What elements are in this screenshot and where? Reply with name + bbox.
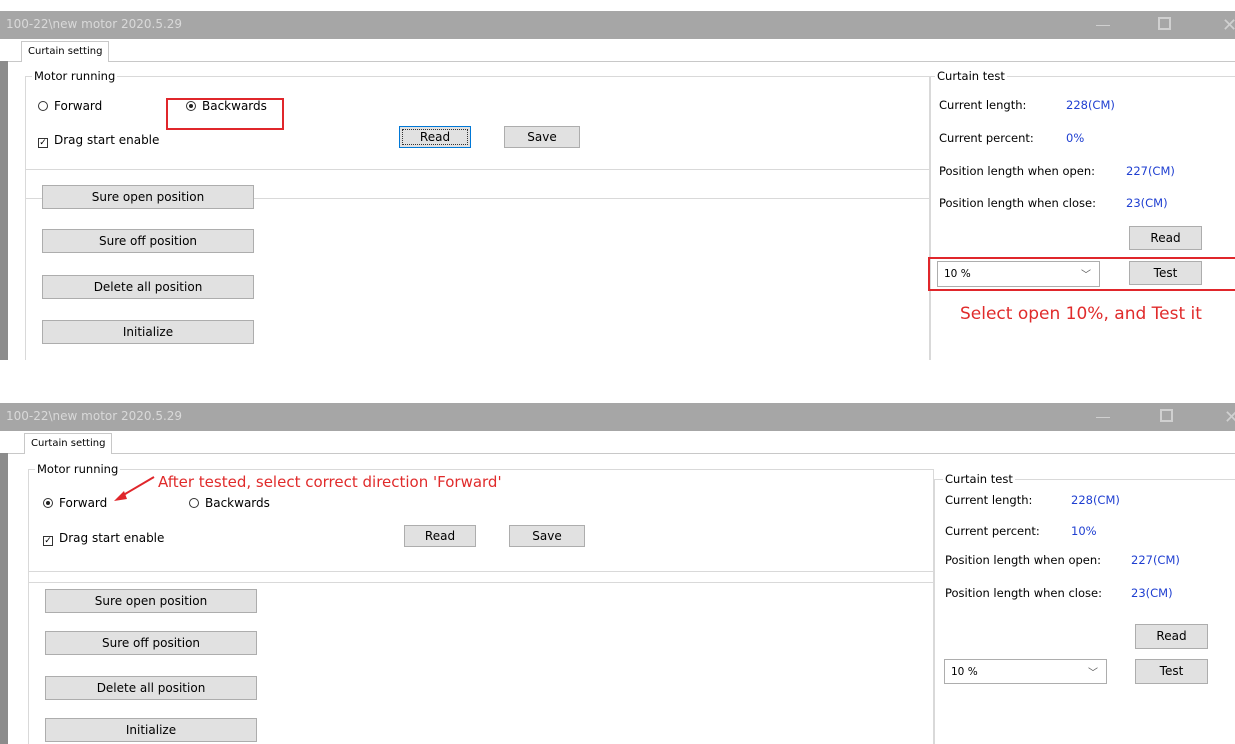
current-percent-value: 10% bbox=[1071, 524, 1097, 538]
app-body: Curtain setting Motor running Forward Ba… bbox=[0, 39, 1235, 360]
window-title: 100-22\new motor 2020.5.29 bbox=[6, 17, 183, 31]
highlight-test-row bbox=[928, 257, 1235, 291]
current-length-value: 228(CM) bbox=[1071, 493, 1120, 507]
motor-running-label: Motor running bbox=[32, 69, 118, 83]
left-edge bbox=[0, 61, 8, 360]
maximize-icon[interactable] bbox=[1160, 409, 1173, 422]
window-title: 100-22\new motor 2020.5.29 bbox=[6, 409, 183, 423]
test-read-button[interactable]: Read bbox=[1135, 624, 1208, 649]
close-length-value: 23(CM) bbox=[1126, 196, 1168, 210]
tab-curtain-setting[interactable]: Curtain setting bbox=[21, 41, 110, 62]
current-percent-label: Current percent: bbox=[945, 524, 1040, 538]
percent-select-value: 10 % bbox=[951, 666, 978, 678]
test-read-button[interactable]: Read bbox=[1129, 226, 1202, 250]
close-length-label: Position length when close: bbox=[945, 586, 1102, 600]
open-length-label: Position length when open: bbox=[939, 164, 1096, 178]
save-button[interactable]: Save bbox=[509, 525, 585, 547]
screenshot-1: 100-22\new motor 2020.5.29 ✕ Curtain set… bbox=[0, 11, 1235, 360]
sure-open-position-button[interactable]: Sure open position bbox=[42, 185, 254, 209]
save-button[interactable]: Save bbox=[504, 126, 580, 148]
motor-running-label: Motor running bbox=[35, 462, 121, 476]
percent-select[interactable]: 10 % ﹀ bbox=[944, 659, 1107, 684]
current-length-value: 228(CM) bbox=[1066, 98, 1115, 112]
open-length-value: 227(CM) bbox=[1131, 553, 1180, 567]
highlight-backwards bbox=[166, 98, 284, 130]
test-button[interactable]: Test bbox=[1135, 659, 1208, 684]
title-bar: 100-22\new motor 2020.5.29 ✕ bbox=[0, 403, 1235, 431]
position-group: Sure open position Sure off position Del… bbox=[28, 571, 934, 744]
initialize-button[interactable]: Initialize bbox=[45, 718, 257, 742]
tab-strip: Curtain setting bbox=[0, 431, 1235, 454]
annotation-text: After tested, select correct direction '… bbox=[158, 473, 502, 491]
tab-strip: Curtain setting bbox=[0, 39, 1235, 62]
curtain-test-label: Curtain test bbox=[943, 472, 1015, 486]
curtain-test-label: Curtain test bbox=[935, 69, 1007, 83]
minimize-icon[interactable] bbox=[1096, 417, 1110, 418]
maximize-icon[interactable] bbox=[1158, 17, 1171, 30]
sure-open-position-button[interactable]: Sure open position bbox=[45, 589, 257, 613]
radio-forward-icon bbox=[38, 101, 48, 111]
close-icon[interactable]: ✕ bbox=[1222, 15, 1235, 36]
close-length-label: Position length when close: bbox=[939, 196, 1096, 210]
checkbox-icon: ✓ bbox=[38, 138, 48, 148]
sure-off-position-button[interactable]: Sure off position bbox=[42, 229, 254, 253]
tab-curtain-setting[interactable]: Curtain setting bbox=[24, 433, 113, 454]
curtain-test-group: Curtain test bbox=[934, 472, 1235, 744]
read-button[interactable]: Read bbox=[399, 126, 471, 148]
radio-forward-icon bbox=[43, 498, 53, 508]
sure-off-position-button[interactable]: Sure off position bbox=[45, 631, 257, 655]
open-length-value: 227(CM) bbox=[1126, 164, 1175, 178]
chevron-down-icon: ﹀ bbox=[1088, 668, 1098, 679]
current-length-label: Current length: bbox=[939, 98, 1027, 112]
current-percent-label: Current percent: bbox=[939, 131, 1034, 145]
position-group: Sure open position Sure off position Del… bbox=[25, 169, 930, 360]
radio-forward[interactable]: Forward bbox=[43, 496, 107, 510]
annotation-arrow bbox=[114, 476, 155, 501]
drag-start-checkbox[interactable]: ✓ Drag start enable bbox=[43, 531, 164, 546]
title-bar: 100-22\new motor 2020.5.29 ✕ bbox=[0, 11, 1235, 39]
current-percent-value: 0% bbox=[1066, 131, 1085, 145]
close-length-value: 23(CM) bbox=[1131, 586, 1173, 600]
close-icon[interactable]: ✕ bbox=[1224, 407, 1235, 428]
screenshot-2: 100-22\new motor 2020.5.29 ✕ Curtain set… bbox=[0, 403, 1235, 744]
open-length-label: Position length when open: bbox=[945, 553, 1102, 567]
radio-backwards-icon bbox=[189, 498, 199, 508]
initialize-button[interactable]: Initialize bbox=[42, 320, 254, 344]
radio-backwards[interactable]: Backwards bbox=[189, 496, 270, 510]
checkbox-icon: ✓ bbox=[43, 536, 53, 546]
annotation-text: Select open 10%, and Test it bbox=[960, 304, 1202, 324]
delete-all-position-button[interactable]: Delete all position bbox=[45, 676, 257, 700]
app-body: Curtain setting Motor running Forward Ba… bbox=[0, 431, 1235, 744]
radio-forward[interactable]: Forward bbox=[38, 99, 102, 113]
minimize-icon[interactable] bbox=[1096, 25, 1110, 26]
delete-all-position-button[interactable]: Delete all position bbox=[42, 275, 254, 299]
read-button[interactable]: Read bbox=[404, 525, 476, 547]
left-edge bbox=[0, 453, 8, 744]
drag-start-checkbox[interactable]: ✓ Drag start enable bbox=[38, 133, 159, 148]
current-length-label: Current length: bbox=[945, 493, 1033, 507]
